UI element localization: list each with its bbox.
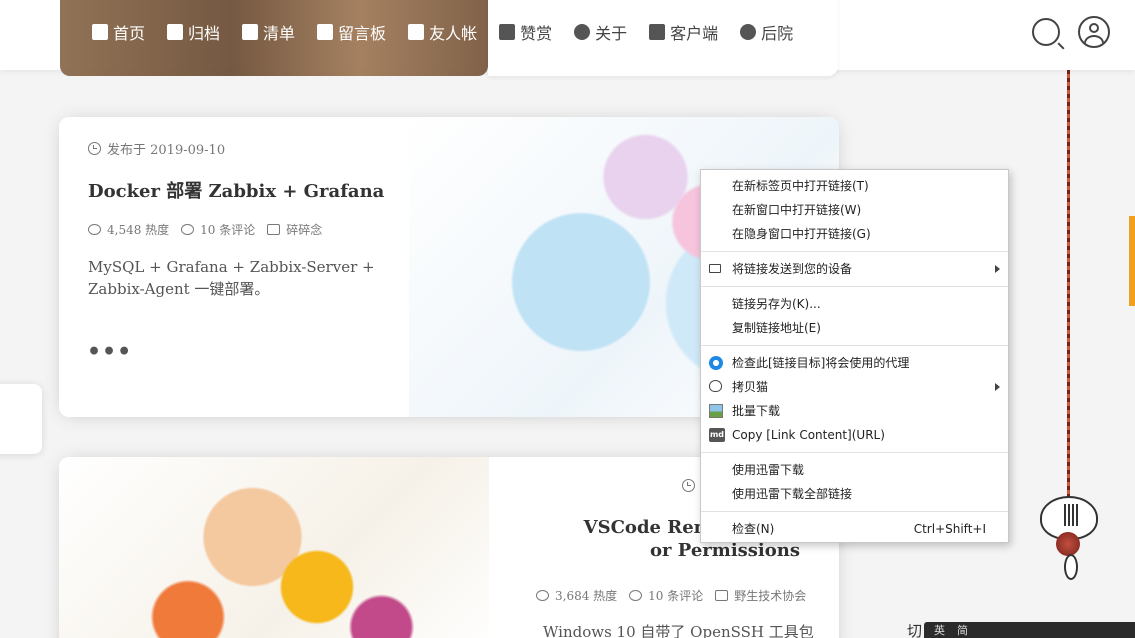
comment-icon <box>181 224 195 235</box>
more-button[interactable]: ••• <box>87 339 132 365</box>
chevron-right-icon <box>995 383 1000 391</box>
user-icon-body <box>1084 35 1104 46</box>
comment-icon <box>629 590 643 601</box>
post-category[interactable]: 碎碎念 <box>267 221 322 238</box>
edit-icon <box>317 24 334 40</box>
scroll-rope[interactable] <box>1067 70 1070 540</box>
heart-icon <box>499 24 516 40</box>
nav-item-client[interactable]: 客户端 <box>649 20 718 44</box>
nav-item-donate[interactable]: 赞赏 <box>499 20 552 44</box>
ime-mode[interactable]: 简 <box>957 622 968 638</box>
search-icon[interactable] <box>1032 18 1060 46</box>
nav-item-friends[interactable]: 友人帐 <box>408 20 477 44</box>
menu-inspect[interactable]: 检查(N) Ctrl+Shift+I <box>701 517 1008 541</box>
post-category[interactable]: 野生技术协会 <box>715 587 806 604</box>
user-icon[interactable] <box>1078 16 1110 48</box>
post-excerpt: Windows 10 自带了 OpenSSH 工具包 <box>543 623 814 638</box>
nav-item-backyard[interactable]: 后院 <box>740 20 793 44</box>
scrollbar-thumb[interactable] <box>1129 216 1135 306</box>
chrome-icon <box>740 24 757 40</box>
post-date: 发布于 2019-09-10 <box>88 139 225 158</box>
menu-separator <box>701 251 1008 252</box>
menu-check-proxy[interactable]: 检查此[链接目标]将会使用的代理 <box>701 351 1008 375</box>
shortcut-text: Ctrl+Shift+I <box>913 522 986 536</box>
markdown-icon: md <box>709 428 725 442</box>
bottom-text: 切 <box>907 622 923 638</box>
nav-item-about[interactable]: 关于 <box>574 20 627 44</box>
menu-separator <box>701 286 1008 287</box>
menu-copy-markdown-link[interactable]: md Copy [Link Content](URL) <box>701 423 1008 447</box>
cat-stripes <box>1064 504 1078 526</box>
nav-item-guestbook[interactable]: 留言板 <box>317 20 386 44</box>
device-icon <box>709 264 721 273</box>
eye-icon <box>88 224 101 235</box>
menu-open-new-tab[interactable]: 在新标签页中打开链接(T) <box>701 174 1008 198</box>
menu-thunder-download[interactable]: 使用迅雷下载 <box>701 458 1008 482</box>
nav-item-archive[interactable]: 归档 <box>167 20 220 44</box>
post-excerpt: MySQL + Grafana + Zabbix-Server + Zabbix… <box>88 258 375 298</box>
menu-save-link-as[interactable]: 链接另存为(K)... <box>701 292 1008 316</box>
post-comments[interactable]: 10 条评论 <box>629 587 703 604</box>
post-meta: 3,684 热度 10 条评论 野生技术协会 <box>536 587 818 604</box>
archive-icon <box>167 24 184 40</box>
folder-icon <box>267 224 281 235</box>
post-comments[interactable]: 10 条评论 <box>181 221 255 238</box>
menu-copy-cat[interactable]: 拷贝猫 <box>701 375 1008 399</box>
nav-item-home[interactable]: 首页 <box>92 20 145 44</box>
menu-open-incognito[interactable]: 在隐身窗口中打开链接(G) <box>701 222 1008 246</box>
clock-icon <box>88 142 101 155</box>
cat-icon <box>709 380 722 392</box>
nav-item-list[interactable]: 清单 <box>242 20 295 44</box>
post-title[interactable]: Docker 部署 Zabbix + Grafana <box>88 177 384 203</box>
post-meta: 4,548 热度 10 条评论 碎碎念 <box>88 221 334 238</box>
link-icon <box>408 24 425 40</box>
menu-send-to-device[interactable]: 将链接发送到您的设备 <box>701 257 1008 281</box>
folder-icon <box>715 590 729 601</box>
menu-open-new-window[interactable]: 在新窗口中打开链接(W) <box>701 198 1008 222</box>
proxy-icon <box>709 356 723 370</box>
post-date <box>682 479 701 492</box>
menu-batch-download[interactable]: 批量下载 <box>701 399 1008 423</box>
cat-tail <box>1064 554 1078 580</box>
castle-icon <box>92 24 108 40</box>
image-icon <box>709 404 723 418</box>
menu-separator <box>701 511 1008 512</box>
context-menu: 在新标签页中打开链接(T) 在新窗口中打开链接(W) 在隐身窗口中打开链接(G)… <box>700 169 1009 543</box>
post-views: 4,548 热度 <box>88 221 169 238</box>
cat-scroll-ornament[interactable] <box>1034 492 1104 588</box>
eye-icon <box>536 590 549 601</box>
leaf-icon <box>574 24 591 40</box>
menu-separator <box>701 345 1008 346</box>
post-views: 3,684 热度 <box>536 587 617 604</box>
side-float-panel[interactable] <box>0 384 42 454</box>
ime-taskbar[interactable]: 英 简 <box>924 622 1135 638</box>
menu-copy-link-address[interactable]: 复制链接地址(E) <box>701 316 1008 340</box>
ime-lang[interactable]: 英 <box>934 622 945 638</box>
yarn-ball <box>1056 532 1080 556</box>
chevron-right-icon <box>995 265 1000 273</box>
menu-thunder-download-all[interactable]: 使用迅雷下载全部链接 <box>701 482 1008 506</box>
android-icon <box>649 24 666 40</box>
main-nav: 首页 归档 清单 留言板 友人帐 赞赏 关于 客户端 后院 <box>92 20 815 44</box>
user-icon-head <box>1089 23 1099 33</box>
list-icon <box>242 24 259 40</box>
clock-icon <box>682 479 695 492</box>
menu-separator <box>701 452 1008 453</box>
post-thumbnail[interactable] <box>59 457 489 638</box>
